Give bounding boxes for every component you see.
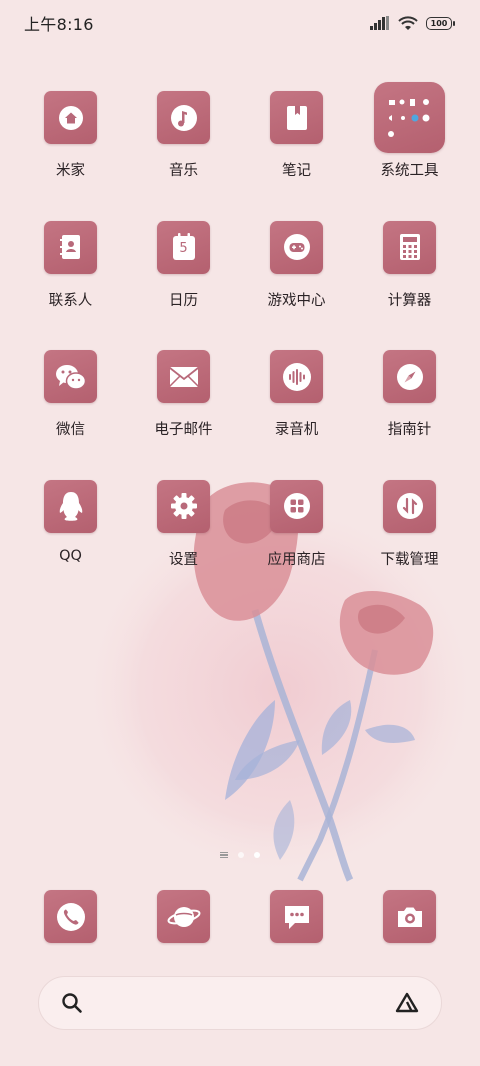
app-label: 录音机 [274,422,319,438]
status-bar: 上午8:16 100 [0,0,480,46]
app-label: 下载管理 [380,551,439,568]
app-grid: 米家 音乐 笔记 系统工具 联系人 5 日历 游戏中心 计算器 微信 电子邮件 … [14,82,466,600]
app-label: 应用商店 [267,551,326,568]
ai-assistant-icon[interactable] [393,991,421,1015]
phone-icon [56,902,85,931]
app-label: 笔记 [282,163,311,179]
app-game-center[interactable]: 游戏中心 [240,212,353,342]
app-label: 微信 [56,422,85,438]
app-store-icon [283,493,310,519]
app-qq[interactable]: QQ [14,471,127,601]
signal-icon [370,16,389,30]
page-indicator[interactable] [0,848,480,862]
compass-icon [396,363,423,390]
gear-icon [170,493,197,519]
gamepad-icon [283,234,310,260]
app-settings[interactable]: 设置 [127,471,240,601]
app-compass[interactable]: 指南针 [353,341,466,471]
calculator-icon [399,234,420,260]
browser-planet-icon [166,906,201,927]
dock [14,882,466,943]
app-calendar[interactable]: 5 日历 [127,212,240,342]
app-label: 日历 [169,292,198,309]
app-label: 系统工具 [380,163,439,179]
app-recorder[interactable]: 录音机 [240,341,353,471]
page-dot-1 [238,852,244,858]
folder-icon [374,82,445,153]
dock-browser[interactable] [127,882,240,943]
battery-icon: 100 [426,16,455,30]
dock-phone[interactable] [14,882,127,943]
page-dot-2-active [254,852,260,858]
app-download-manager[interactable]: 下载管理 [353,471,466,601]
app-label: 米家 [56,163,85,179]
dock-camera[interactable] [353,882,466,943]
mail-icon [168,366,199,387]
search-icon[interactable] [61,992,83,1014]
app-store[interactable]: 应用商店 [240,471,353,601]
status-icons: 100 [370,15,455,31]
camera-icon [397,907,422,927]
app-mijia[interactable]: 米家 [14,82,127,212]
app-label: 电子邮件 [154,422,213,438]
app-calculator[interactable]: 计算器 [353,212,466,342]
app-music[interactable]: 音乐 [127,82,240,212]
search-bar[interactable] [38,976,442,1030]
app-label: 设置 [169,551,198,568]
app-label: 音乐 [169,163,198,179]
app-drawer-indicator-icon [220,851,228,859]
dock-messages[interactable] [240,882,353,943]
app-wechat[interactable]: 微信 [14,341,127,471]
music-note-icon [170,104,197,131]
download-icon [396,493,423,519]
folder-system-tools[interactable]: 系统工具 [353,82,466,212]
app-contacts[interactable]: 联系人 [14,212,127,342]
wechat-icon [55,364,86,390]
recorder-icon [282,362,311,391]
app-label: 联系人 [48,292,93,309]
app-label: 指南针 [387,422,432,438]
home-icon [58,105,83,130]
app-label: 计算器 [387,292,432,309]
message-icon [284,905,309,929]
app-label: QQ [59,547,82,564]
battery-level: 100 [430,18,448,28]
app-email[interactable]: 电子邮件 [127,341,240,471]
wifi-icon [398,15,418,30]
clock: 上午8:16 [24,15,94,34]
calendar-date: 5 [179,240,188,256]
app-label: 游戏中心 [267,292,326,309]
penguin-icon [59,492,82,521]
notebook-icon [286,105,307,130]
contacts-icon [59,235,80,259]
app-notes[interactable]: 笔记 [240,82,353,212]
